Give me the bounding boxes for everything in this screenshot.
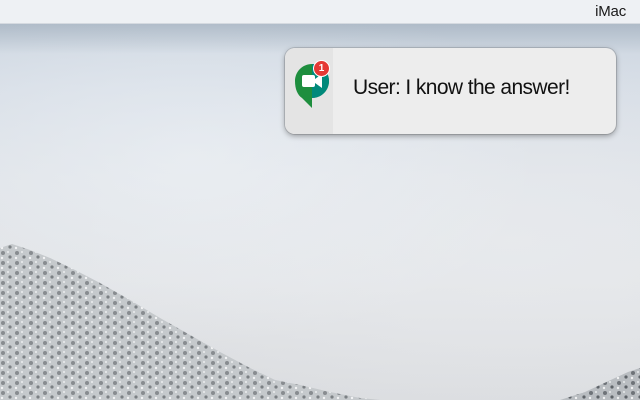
notification-banner[interactable]: 1 User: I know the answer!	[285, 48, 616, 134]
menu-bar: iMac	[0, 0, 640, 24]
desktop: iMac 1 User: I know the answer!	[0, 0, 640, 400]
notification-count-badge: 1	[314, 61, 329, 76]
notification-message: User: I know the answer!	[353, 76, 570, 99]
device-name-label: iMac	[595, 3, 626, 20]
